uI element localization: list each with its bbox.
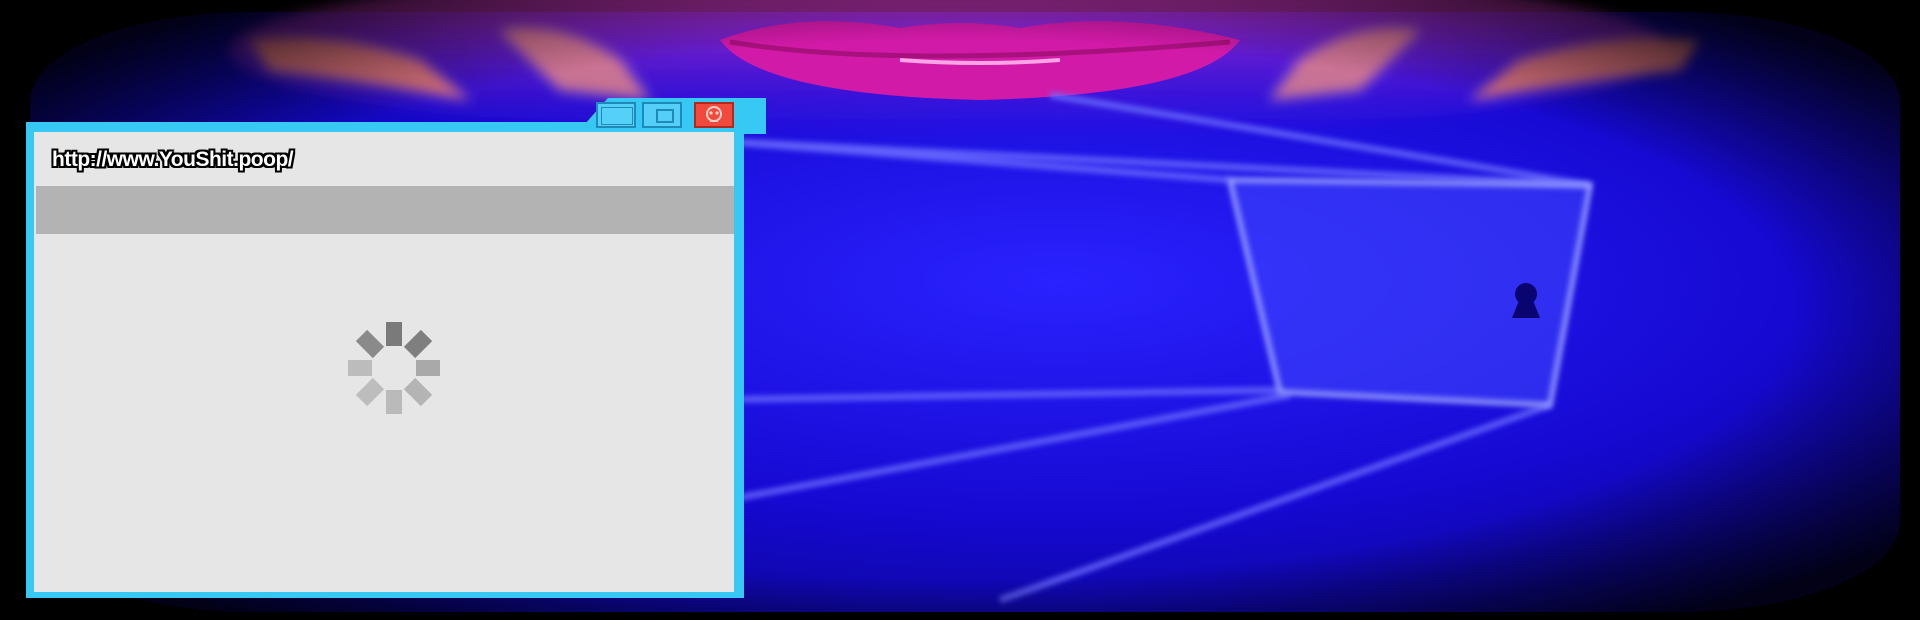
window-panel-icon [601,107,633,125]
tab-strip [36,186,734,234]
skull-close-icon [706,106,722,122]
restore-icon [656,109,674,123]
url-text[interactable]: http://www.YouShit.poop/ [52,148,294,172]
browser-window: http://www.YouShit.poop/ [26,98,766,598]
close-button[interactable] [694,102,734,128]
loading-spinner-icon [348,322,440,414]
maximize-button[interactable] [596,102,636,128]
video-frame: http://www.YouShit.poop/ [0,0,1920,620]
restore-button[interactable] [642,102,682,128]
